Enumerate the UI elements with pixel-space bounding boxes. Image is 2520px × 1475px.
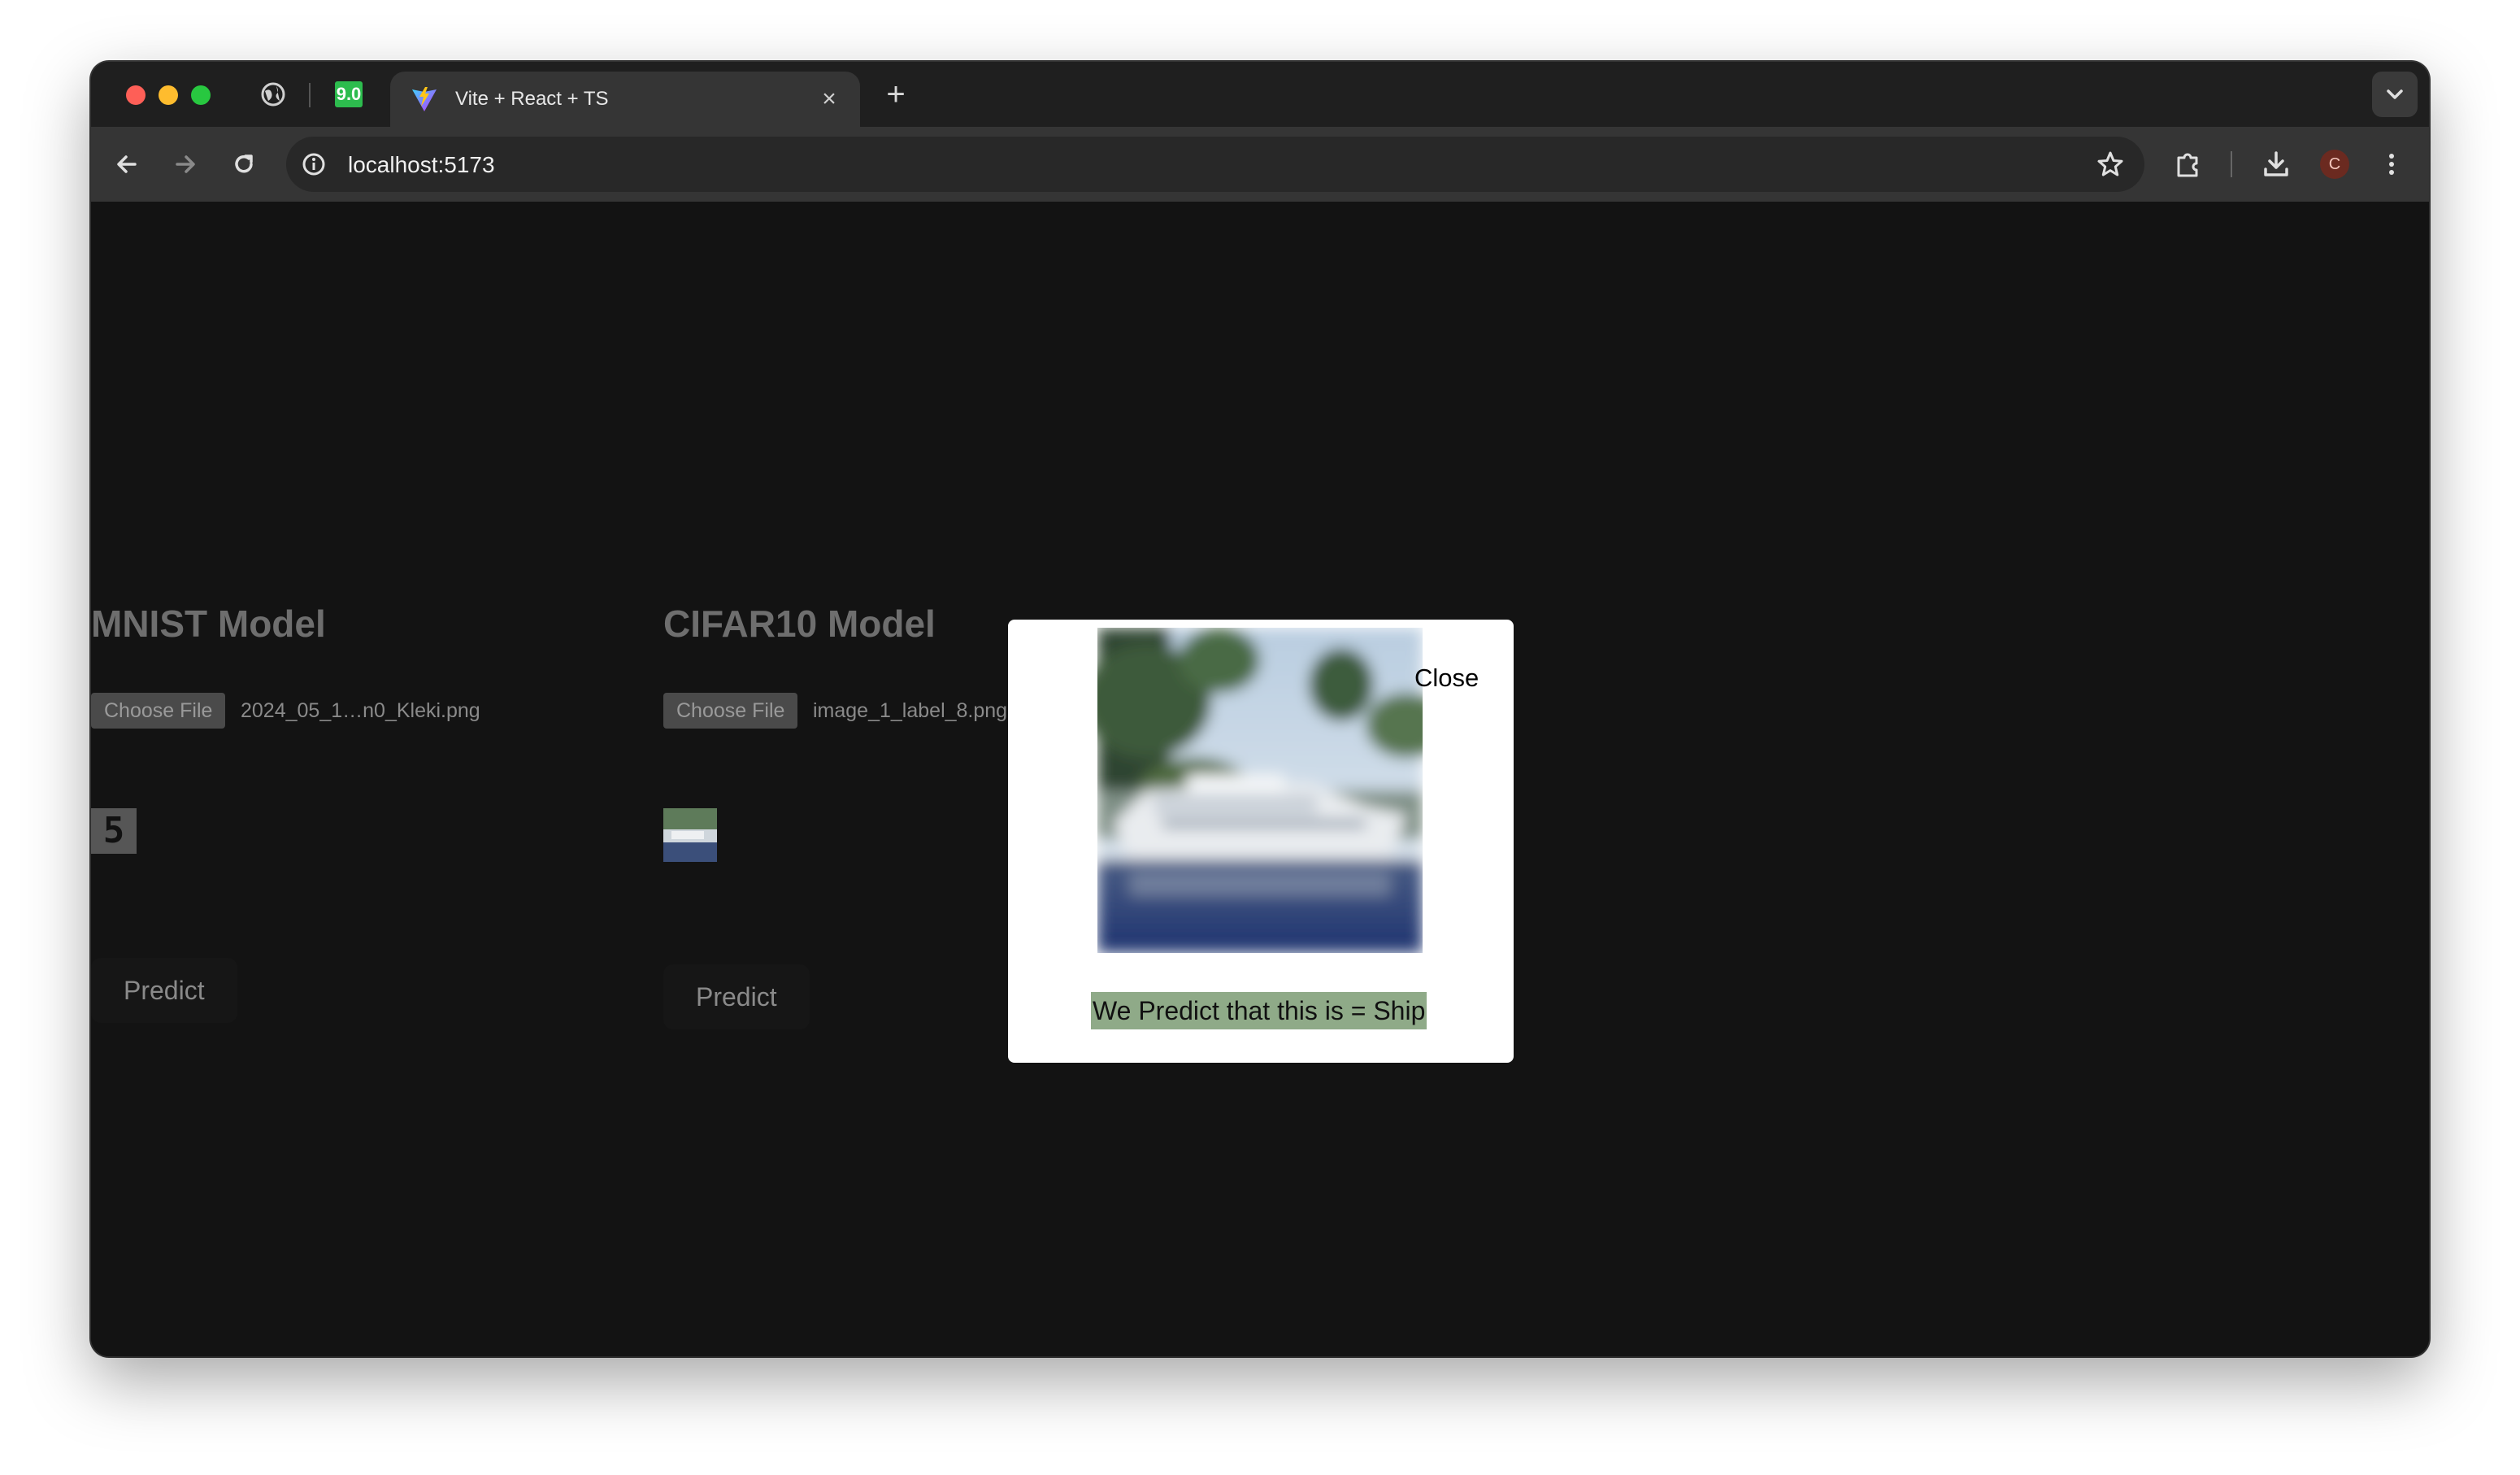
cifar10-title: CIFAR10 Model bbox=[663, 603, 936, 645]
globe-icon[interactable] bbox=[260, 81, 286, 107]
pinned-tab-separator bbox=[309, 83, 311, 107]
download-icon[interactable] bbox=[2260, 148, 2292, 181]
vite-logo-icon bbox=[412, 87, 437, 111]
tab-title: Vite + React + TS bbox=[455, 88, 609, 110]
new-tab-button[interactable]: + bbox=[878, 76, 914, 112]
cifar10-file-input[interactable]: Choose File image_1_label_8.png bbox=[663, 693, 1008, 729]
arrow-right-icon[interactable] bbox=[169, 148, 202, 181]
arrow-left-icon[interactable] bbox=[111, 148, 143, 181]
cifar10-choose-file-button[interactable]: Choose File bbox=[663, 693, 798, 729]
mnist-preview-image: 5 bbox=[91, 808, 137, 854]
tab-active[interactable]: Vite + React + TS × bbox=[390, 72, 860, 127]
mnist-choose-file-button[interactable]: Choose File bbox=[91, 693, 226, 729]
pinned-tab-badge[interactable]: 9.0 bbox=[335, 81, 363, 107]
prediction-modal: Close We Predict that this is = Ship bbox=[1008, 620, 1514, 1063]
puzzle-icon[interactable] bbox=[2172, 148, 2205, 181]
reload-icon[interactable] bbox=[228, 148, 260, 181]
prediction-result: We Predict that this is = Ship bbox=[1091, 992, 1427, 1029]
maximize-window-button[interactable] bbox=[191, 85, 211, 105]
kebab-menu-icon[interactable] bbox=[2375, 148, 2408, 181]
mnist-title: MNIST Model bbox=[91, 603, 326, 645]
mnist-preview-digit: 5 bbox=[102, 810, 125, 851]
cifar10-file-name: image_1_label_8.png bbox=[813, 699, 1008, 722]
modal-close-button[interactable]: Close bbox=[1414, 664, 1479, 693]
cifar10-preview-image bbox=[663, 808, 717, 862]
chevron-down-icon bbox=[2387, 89, 2403, 99]
mnist-predict-button[interactable]: Predict bbox=[91, 958, 237, 1023]
mnist-file-input[interactable]: Choose File 2024_05_1…n0_Kleki.png bbox=[91, 693, 579, 729]
cifar10-predict-button[interactable]: Predict bbox=[663, 964, 810, 1029]
tab-search-button[interactable] bbox=[2372, 72, 2418, 117]
browser-window: 9.0 Vite + React + TS × + localhost:5173… bbox=[91, 62, 2429, 1356]
info-icon[interactable] bbox=[301, 151, 327, 177]
toolbar-separator bbox=[2231, 151, 2232, 177]
mnist-file-name: 2024_05_1…n0_Kleki.png bbox=[241, 699, 480, 722]
star-icon[interactable] bbox=[2096, 150, 2125, 179]
ship-image bbox=[1097, 628, 1423, 953]
profile-avatar[interactable]: C bbox=[2320, 150, 2349, 179]
close-window-button[interactable] bbox=[126, 85, 146, 105]
tab-strip: 9.0 Vite + React + TS × + bbox=[91, 62, 2429, 127]
page-content: MNIST Model Choose File 2024_05_1…n0_Kle… bbox=[91, 202, 2429, 1356]
minimize-window-button[interactable] bbox=[159, 85, 178, 105]
browser-toolbar: localhost:5173 C bbox=[91, 127, 2429, 203]
url-text: localhost:5173 bbox=[348, 152, 495, 177]
close-tab-button[interactable]: × bbox=[811, 81, 847, 117]
address-bar[interactable]: localhost:5173 bbox=[286, 137, 2144, 192]
